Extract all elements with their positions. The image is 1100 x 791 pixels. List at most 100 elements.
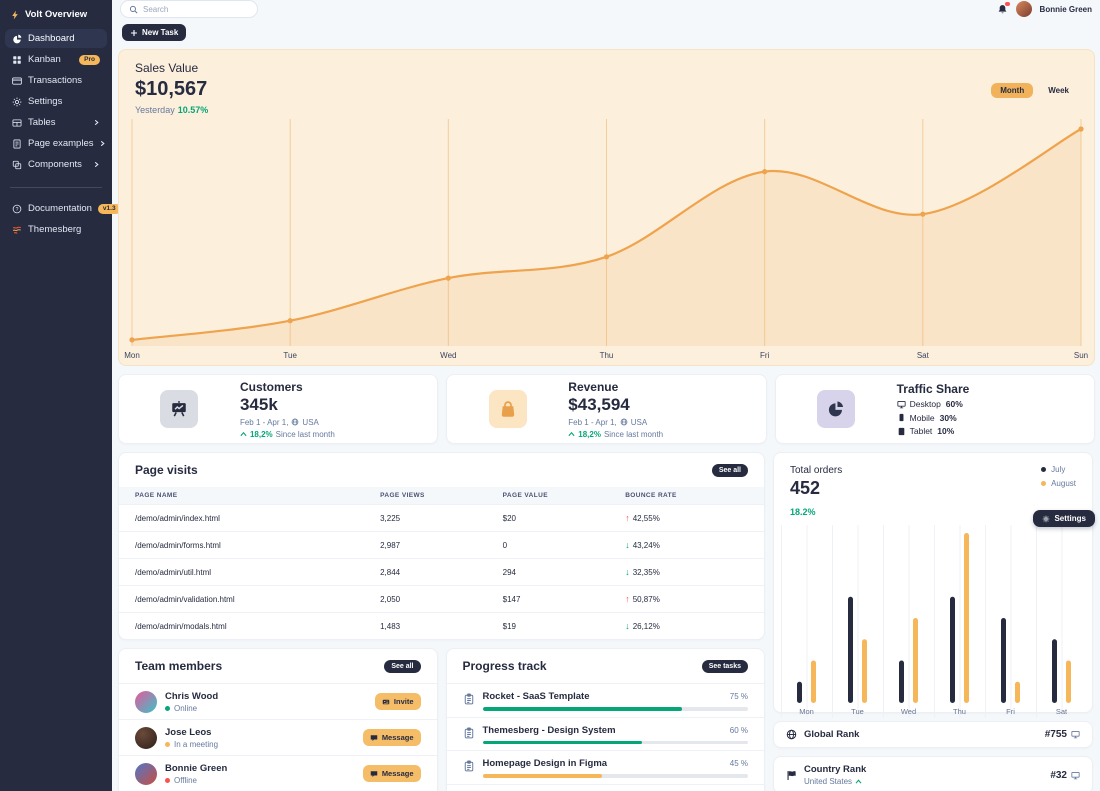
sidebar-item-transactions[interactable]: Transactions (5, 71, 107, 90)
progress-bar (483, 741, 749, 745)
mobile-icon (897, 413, 906, 422)
orders-bar-chart: MonTueWedThuFriSat (781, 525, 1085, 718)
avatar (135, 763, 157, 785)
column-header: Page name (119, 487, 364, 505)
avatar (135, 691, 157, 713)
sidebar-item-dashboard[interactable]: Dashboard (5, 29, 107, 48)
sidebar-item-documentation[interactable]: ? Documentation v1.3 (5, 199, 107, 218)
toggle-month[interactable]: Month (991, 83, 1033, 98)
sidebar-item-label: Transactions (28, 75, 82, 86)
stat-period: Feb 1 - Apr 1, USA (568, 418, 755, 427)
rank-value: #755 (1045, 729, 1080, 740)
svg-text:Sun: Sun (1074, 351, 1088, 360)
sales-title: Sales Value (135, 61, 208, 75)
stat-value: 345k (240, 395, 427, 415)
status-dot (165, 742, 170, 747)
sales-change: 10.57% (178, 105, 209, 115)
list-item: Backend for Themesberg v234 % (447, 784, 765, 791)
avatar (135, 727, 157, 749)
sidebar-item-label: Kanban (28, 54, 61, 65)
svg-text:Thu: Thu (953, 707, 966, 716)
toggle-week[interactable]: Week (1039, 83, 1078, 98)
table-icon (12, 118, 22, 128)
status-dot (165, 706, 170, 711)
components-icon (12, 160, 22, 170)
stat-change: 18,2% Since last month (240, 430, 427, 439)
sidebar-item-label: Themesberg (28, 224, 81, 235)
svg-text:Mon: Mon (799, 707, 814, 716)
list-item: Chris Wood Online Invite (119, 683, 437, 719)
page-visits-table: Page name Page views Page value Bounce r… (119, 487, 764, 639)
pro-badge: Pro (79, 55, 100, 65)
caret-up-icon (855, 779, 862, 784)
table-row: /demo/admin/modals.html1,483$19 ↓26,12% (119, 613, 764, 640)
see-all-button[interactable]: See all (712, 464, 748, 477)
sidebar-item-page-examples[interactable]: Page examples (5, 134, 107, 153)
see-all-button[interactable]: See all (384, 660, 420, 673)
rank-sub: United States (804, 777, 866, 786)
desktop-icon (897, 400, 906, 409)
sidebar-item-label: Dashboard (28, 33, 74, 44)
message-button[interactable]: Message (363, 765, 421, 782)
document-icon (12, 139, 22, 149)
sidebar-item-label: Documentation (28, 203, 92, 214)
brand[interactable]: Volt Overview (0, 0, 112, 28)
traffic-item-mobile: Mobile30% (897, 413, 1084, 423)
progress-bar (483, 707, 749, 711)
customers-card: Customers 345k Feb 1 - Apr 1, USA 18,2% (118, 374, 438, 444)
tablet-icon (897, 427, 906, 436)
trend-arrow: ↓ (625, 621, 630, 631)
globe-icon (291, 418, 299, 426)
revenue-card: Revenue $43,594 Feb 1 - Apr 1, USA 18,2% (446, 374, 766, 444)
new-task-button[interactable]: New Task (122, 24, 186, 41)
settings-button[interactable]: Settings (1033, 510, 1095, 527)
stat-title: Customers (240, 380, 427, 394)
trend-arrow: ↓ (625, 540, 630, 550)
legend-dot (1041, 467, 1047, 473)
monitor-icon (1071, 771, 1080, 780)
period-toggle: Month Week (991, 83, 1078, 98)
pie-chart-icon (817, 390, 855, 428)
brand-label: Volt Overview (25, 9, 87, 20)
chevron-right-icon (93, 161, 100, 168)
sidebar-item-label: Components (28, 159, 82, 170)
list-item: Bonnie Green Offline Message (119, 755, 437, 791)
svg-text:Fri: Fri (1006, 707, 1015, 716)
list-item: Homepage Design in Figma45 % (447, 750, 765, 784)
topbar: Bonnie Green (112, 0, 1100, 18)
orders-title: Total orders (790, 465, 842, 476)
invite-button[interactable]: Invite (375, 693, 421, 710)
svg-text:Sat: Sat (1056, 707, 1068, 716)
list-item: Themesberg - Design System60 % (447, 717, 765, 751)
sidebar-item-themesberg[interactable]: Themesberg (5, 220, 107, 239)
user-avatar[interactable] (1016, 1, 1032, 17)
see-tasks-button[interactable]: See tasks (702, 660, 748, 673)
traffic-item-desktop: Desktop60% (897, 399, 1084, 409)
sidebar-item-label: Tables (28, 117, 55, 128)
message-button[interactable]: Message (363, 729, 421, 746)
sidebar-item-label: Page examples (28, 138, 93, 149)
chevron-right-icon (99, 140, 106, 147)
sidebar-item-tables[interactable]: Tables (5, 113, 107, 132)
list-item: Rocket - SaaS Template75 % (447, 683, 765, 717)
chat-bubble-icon (370, 734, 378, 742)
caret-up-icon (568, 431, 575, 437)
clipboard-icon (463, 726, 475, 744)
list-item: Jose Leos In a meeting Message (119, 719, 437, 755)
sidebar-item-settings[interactable]: Settings (5, 92, 107, 111)
page-visits-title: Page visits (135, 463, 198, 477)
sales-subtitle: Yesterday10.57% (135, 105, 208, 115)
table-row: /demo/admin/index.html3,225$20 ↑42,55% (119, 505, 764, 532)
legend-dot (1041, 481, 1047, 487)
monitor-icon (1071, 730, 1080, 739)
sidebar-item-kanban[interactable]: Kanban Pro (5, 50, 107, 69)
search-box[interactable] (120, 0, 258, 18)
stat-change: 18,2% Since last month (568, 430, 755, 439)
sidebar-item-components[interactable]: Components (5, 155, 107, 174)
notifications-bell-icon[interactable] (997, 4, 1008, 15)
user-name[interactable]: Bonnie Green (1040, 5, 1092, 14)
search-input[interactable] (143, 5, 243, 14)
chevron-right-icon (93, 119, 100, 126)
total-orders-card: Total orders 452 18.2% July August S (773, 452, 1093, 713)
dashboard-icon (12, 34, 22, 44)
